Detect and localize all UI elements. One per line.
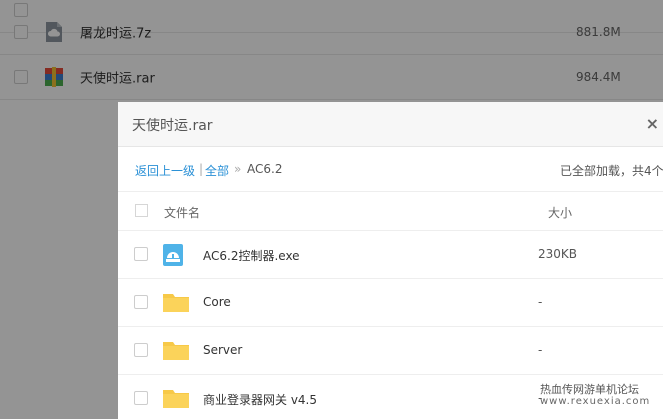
exe-app-icon [163,244,183,266]
back-link[interactable]: 返回上一级 [135,162,195,179]
folder-name[interactable]: 商业登录器网关 v4.5 [203,391,317,408]
select-all-checkbox[interactable] [135,204,148,217]
file-size: 230KB [538,247,578,261]
close-icon[interactable]: × [646,114,659,133]
file-size: - [538,295,543,309]
breadcrumb-separator: | [199,162,204,176]
folder-name[interactable]: Core [203,295,231,309]
folder-name[interactable]: Server [203,343,242,357]
column-header-size[interactable]: 大小 [548,204,572,221]
file-size: - [538,343,543,357]
folder-icon [163,342,189,360]
load-status: 已全部加载，共4个 [560,164,663,178]
column-header-name[interactable]: 文件名 [164,204,200,221]
row-checkbox[interactable] [134,247,148,261]
table-row[interactable]: Server - [118,327,663,375]
watermark-url: www.rexuexia.com [540,396,651,407]
file-name[interactable]: AC6.2控制器.exe [203,247,300,264]
dialog-title: 天使时运.rar [132,118,213,134]
table-row[interactable]: Core - [118,279,663,327]
site-watermark: 热血传网游单机论坛 www.rexuexia.com [540,384,650,408]
breadcrumb: 返回上一级 | 全部 » AC6.2 已全部加载，共4个 [118,147,663,192]
breadcrumb-arrow: » [234,162,242,176]
breadcrumb-current: AC6.2 [247,162,283,176]
archive-preview-dialog: 天使时运.rar × 返回上一级 | 全部 » AC6.2 已全部加载，共4个 … [118,102,663,419]
folder-icon [163,294,189,312]
table-header: 文件名 大小 [118,192,663,231]
row-checkbox[interactable] [134,295,148,309]
watermark-title: 热血传网游单机论坛 [540,383,639,396]
row-checkbox[interactable] [134,343,148,357]
table-row[interactable]: AC6.2控制器.exe 230KB [118,231,663,279]
row-checkbox[interactable] [134,391,148,405]
dialog-header: 天使时运.rar × [118,102,663,147]
folder-icon [163,390,189,408]
breadcrumb-all-link[interactable]: 全部 [205,162,229,179]
